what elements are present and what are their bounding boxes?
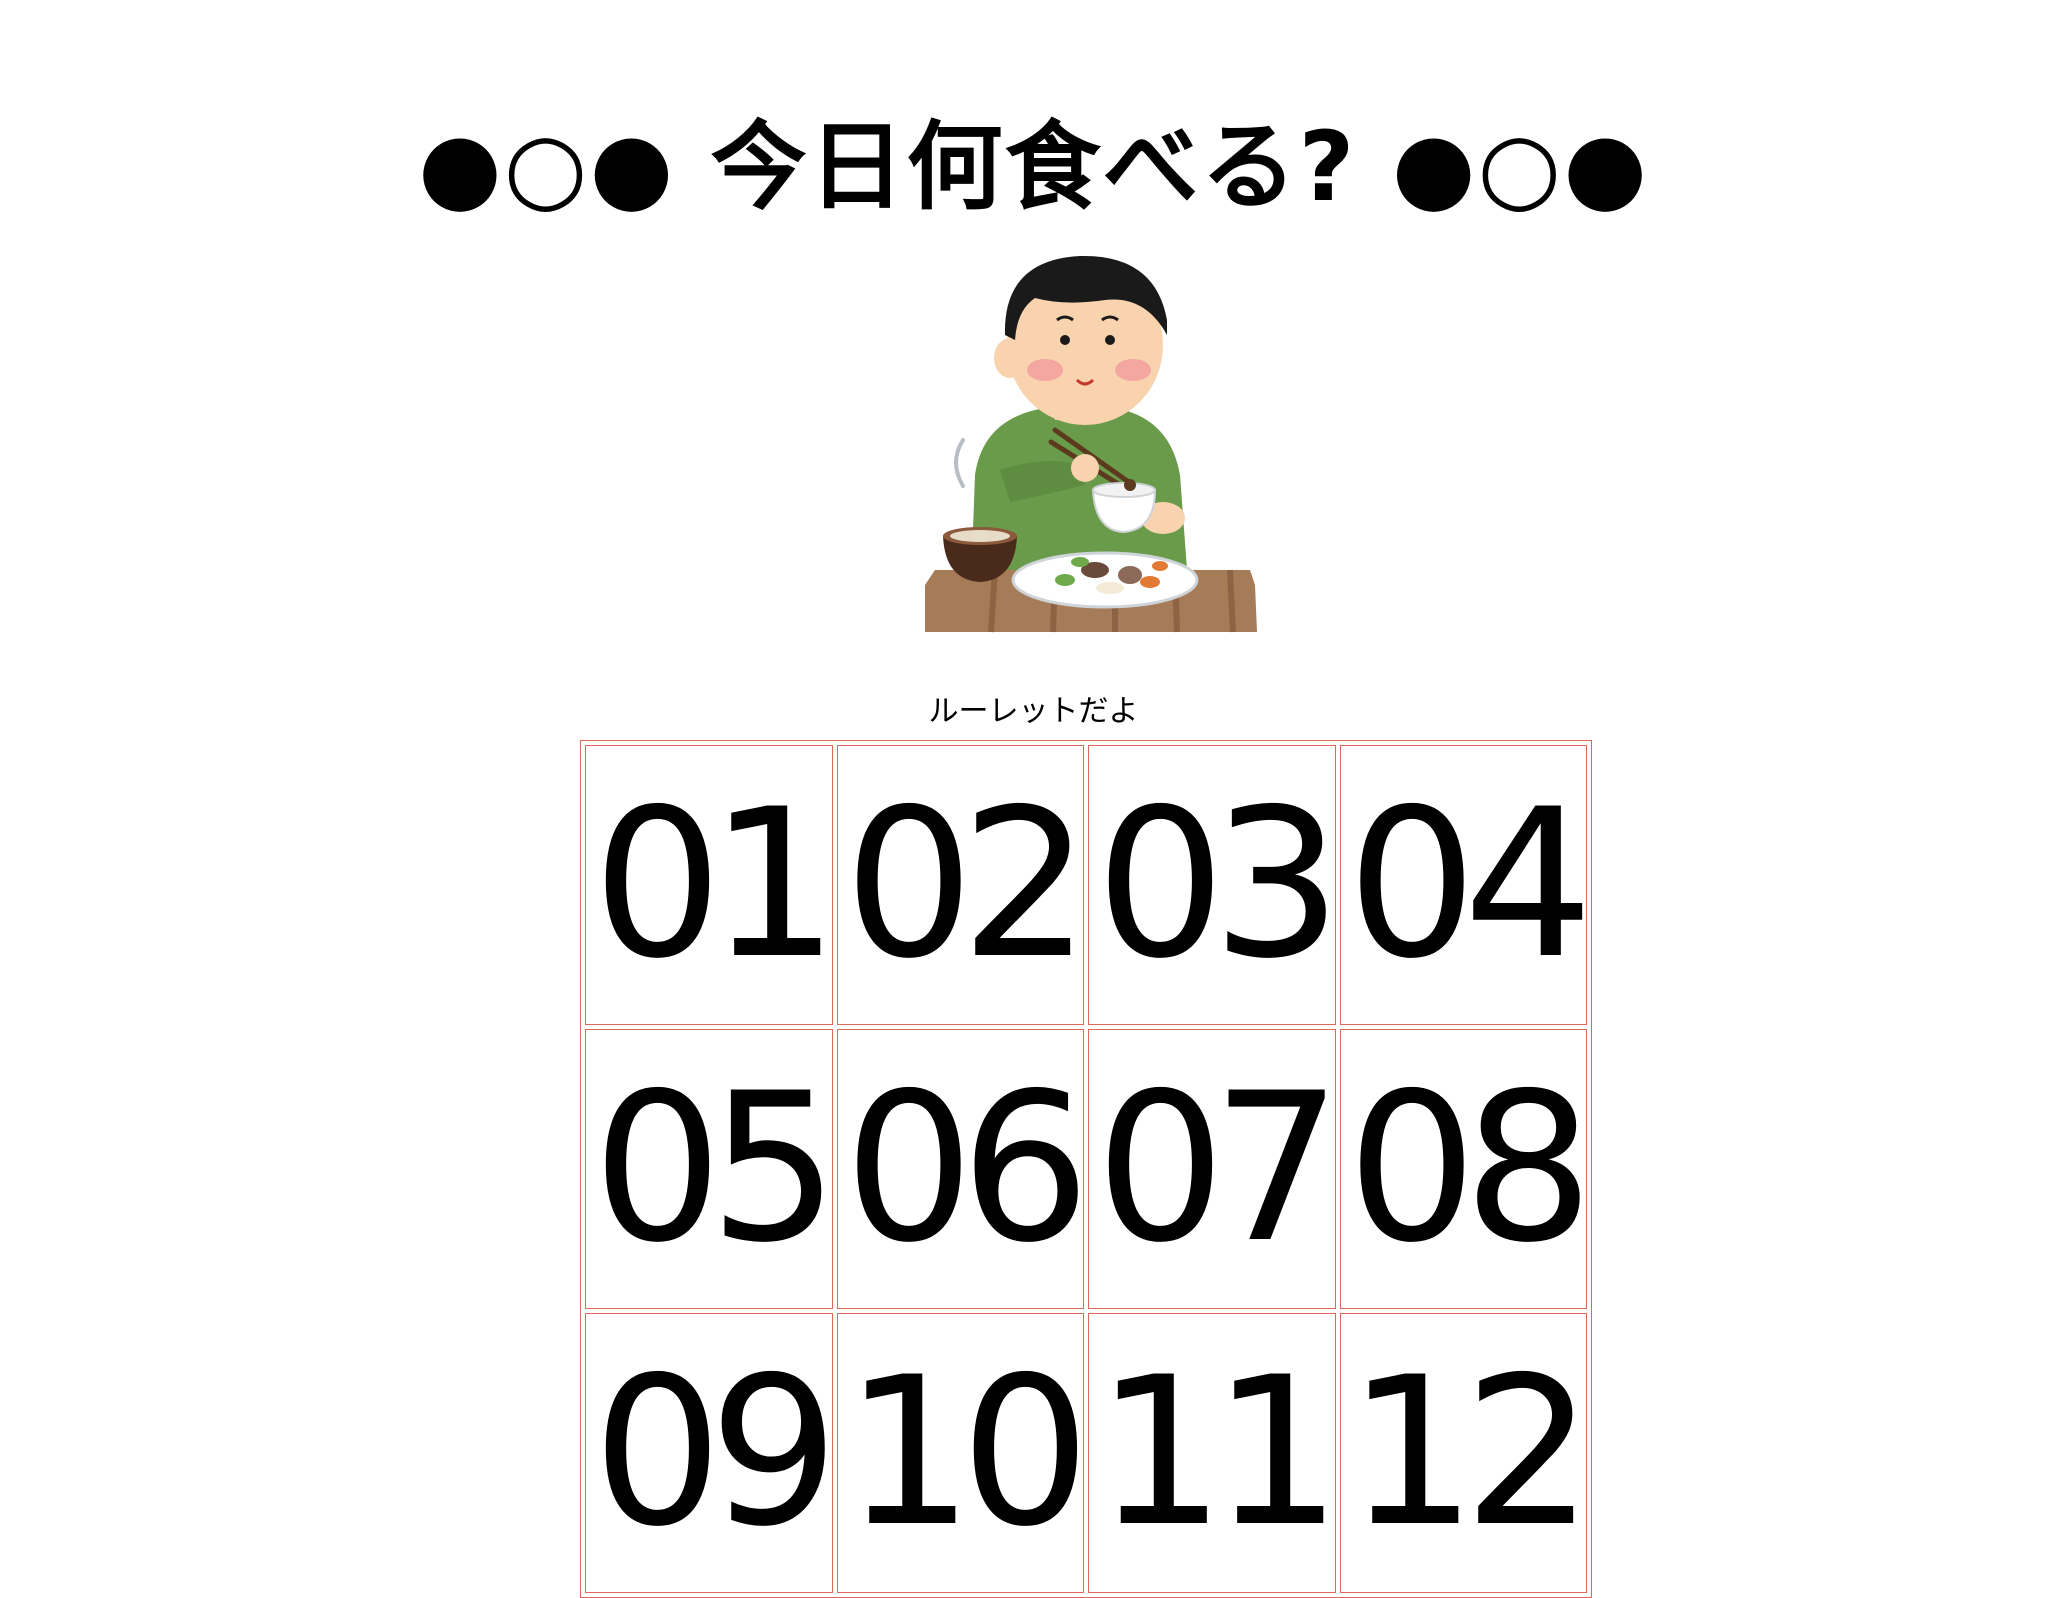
roulette-cell-01[interactable]: 01 [585,745,833,1025]
person-eating-meal-icon [905,240,1281,640]
roulette-cell-06[interactable]: 06 [836,1029,1084,1309]
roulette-cell-07[interactable]: 07 [1088,1029,1336,1309]
roulette-cell-12[interactable]: 12 [1339,1313,1587,1593]
page-title: ●○● 今日何食べる? ●○● [417,111,1650,224]
roulette-cell-05[interactable]: 05 [585,1029,833,1309]
roulette-caption: ルーレットだよ [928,694,1139,729]
roulette-cell-10[interactable]: 10 [836,1313,1084,1593]
roulette-cell-04[interactable]: 04 [1339,745,1587,1025]
roulette-cell-02[interactable]: 02 [836,745,1084,1025]
roulette-cell-08[interactable]: 08 [1339,1029,1587,1309]
roulette-board: 01 02 03 04 05 06 07 08 09 10 11 12 [580,740,1592,1598]
roulette-cell-03[interactable]: 03 [1088,745,1336,1025]
roulette-grid: 01 02 03 04 05 06 07 08 09 10 11 12 [585,745,1587,1593]
roulette-cell-09[interactable]: 09 [585,1313,833,1593]
roulette-cell-11[interactable]: 11 [1088,1313,1336,1593]
